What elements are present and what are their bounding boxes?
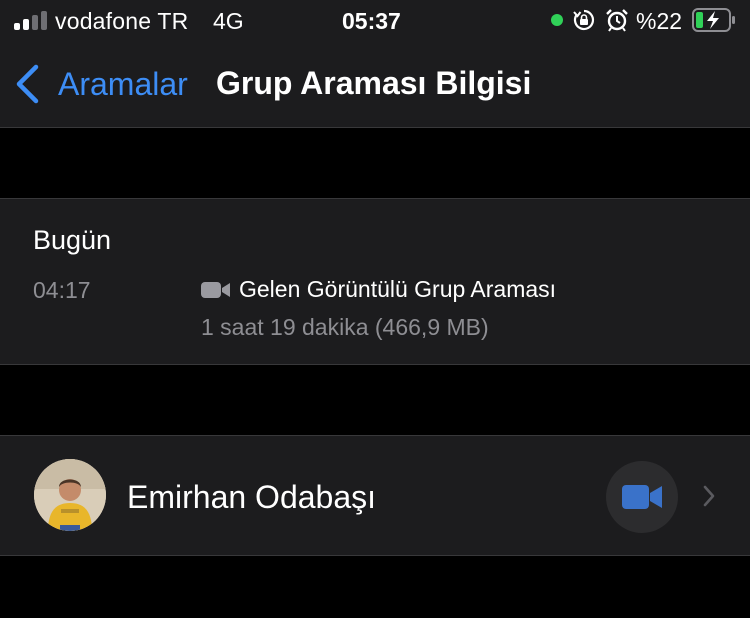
navigation-bar: Aramalar Grup Araması Bilgisi xyxy=(0,40,750,128)
back-button[interactable]: Aramalar xyxy=(14,62,188,106)
battery-percentage: %22 xyxy=(636,8,683,34)
participant-name: Emirhan Odabaşı xyxy=(127,479,377,515)
network-type: 4G xyxy=(213,8,244,34)
page-title: Grup Araması Bilgisi xyxy=(216,65,532,101)
battery-charging-icon xyxy=(692,8,735,32)
call-type-label: Gelen Görüntülü Grup Araması xyxy=(239,276,557,302)
call-type-row: Gelen Görüntülü Grup Araması xyxy=(201,276,556,303)
alarm-icon xyxy=(606,9,628,32)
call-info-card: Bugün 04:17 Gelen Görüntülü Grup Araması… xyxy=(0,198,750,365)
video-call-button[interactable] xyxy=(606,461,678,533)
participant-row[interactable]: Emirhan Odabaşı xyxy=(0,435,750,556)
orientation-lock-icon xyxy=(573,9,595,31)
status-bar: vodafone TR 4G 05:37 %22 xyxy=(0,0,750,40)
carrier-name: vodafone TR xyxy=(55,8,189,34)
video-camera-icon xyxy=(201,281,230,298)
call-time: 04:17 xyxy=(33,277,91,303)
chevron-right-icon xyxy=(703,485,715,507)
clock: 05:37 xyxy=(342,8,401,34)
call-duration-size: 1 saat 19 dakika (466,9 MB) xyxy=(201,314,489,340)
call-date-header: Bugün xyxy=(33,225,112,255)
screen-record-dot-icon xyxy=(551,14,563,26)
back-button-label: Aramalar xyxy=(58,65,188,102)
avatar xyxy=(34,459,106,531)
signal-icon xyxy=(14,10,48,30)
video-call-icon xyxy=(622,485,662,509)
avatar-photo xyxy=(34,459,106,531)
chevron-left-icon xyxy=(16,64,39,104)
